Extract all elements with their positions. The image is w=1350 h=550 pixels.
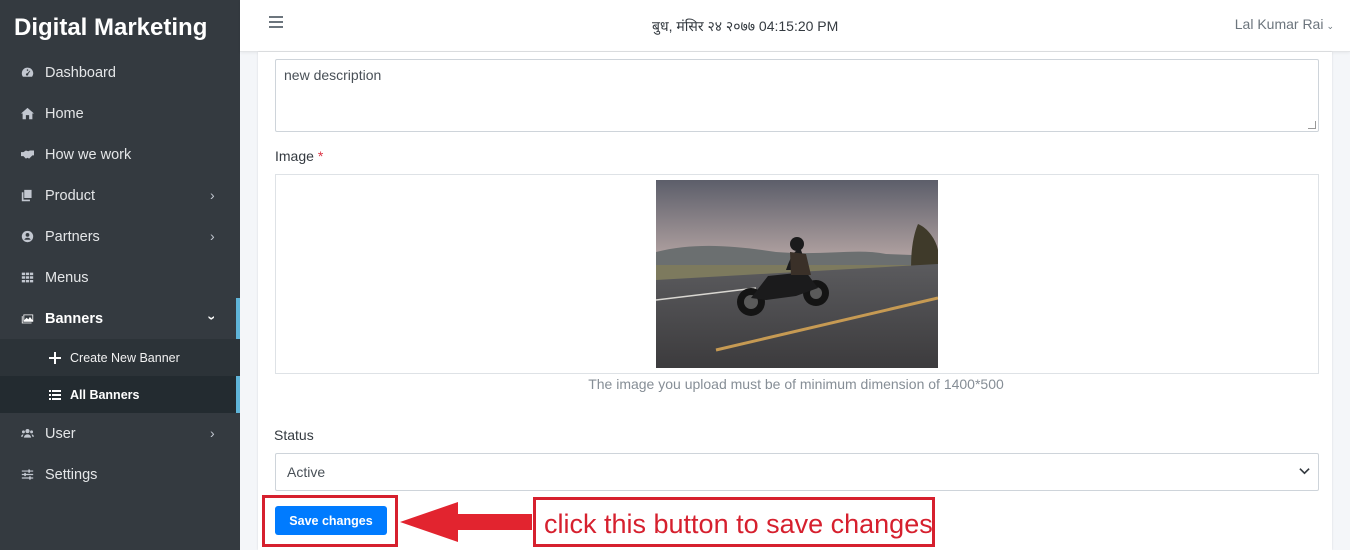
sidebar-item-dashboard[interactable]: Dashboard — [0, 52, 240, 93]
sidebar-item-label: Partners — [45, 228, 100, 245]
sidebar-subitem-all-banners[interactable]: All Banners — [0, 376, 240, 413]
image-dimension-hint: The image you upload must be of minimum … — [588, 376, 1004, 392]
handshake-icon — [19, 147, 35, 163]
sidebar-item-label: Dashboard — [45, 64, 116, 81]
sidebar-item-label: Home — [45, 105, 84, 122]
chevron-down-icon: › — [204, 315, 221, 321]
list-icon — [49, 389, 63, 401]
user-name: Lal Kumar Rai — [1234, 16, 1324, 32]
image-upload-area[interactable] — [275, 174, 1319, 374]
annotation-highlight-box — [262, 495, 398, 547]
caret-down-icon: ⌄ — [1326, 21, 1334, 31]
sidebar-item-how-we-work[interactable]: How we work — [0, 134, 240, 175]
chevron-right-icon: › — [210, 425, 215, 441]
banner-image-preview — [656, 180, 938, 368]
resize-handle-icon[interactable] — [1308, 121, 1316, 129]
sidebar-item-label: User — [45, 425, 76, 442]
sidebar-subitem-create-new-banner[interactable]: Create New Banner — [0, 339, 240, 376]
sidebar-subitem-label: All Banners — [70, 387, 140, 402]
description-value: new description — [284, 67, 382, 83]
header-datetime: बुध, मंसिर २४ २०७७ 04:15:20 PM — [652, 18, 839, 34]
sliders-icon — [19, 467, 35, 483]
image-label-text: Image — [275, 148, 314, 164]
sidebar-item-label: Menus — [45, 269, 89, 286]
sidebar-item-menus[interactable]: Menus — [0, 257, 240, 298]
plus-icon — [49, 351, 63, 364]
banners-submenu: Create New Banner All Banners — [0, 339, 240, 413]
user-circle-icon — [19, 229, 35, 245]
sidebar-subitem-label: Create New Banner — [70, 350, 180, 365]
annotation-arrow-icon — [400, 502, 532, 542]
sidebar-item-label: Settings — [45, 466, 98, 483]
sidebar-item-banners[interactable]: Banners › — [0, 298, 240, 339]
sidebar-item-label: How we work — [45, 146, 132, 163]
sidebar-item-label: Product — [45, 187, 95, 204]
sidebar-item-label: Banners — [45, 310, 104, 327]
description-textarea[interactable]: new description — [275, 59, 1319, 132]
user-menu[interactable]: Lal Kumar Rai ⌄ — [1235, 16, 1334, 32]
sidebar-item-settings[interactable]: Settings — [0, 454, 240, 495]
sidebar-item-product[interactable]: Product › — [0, 175, 240, 216]
image-field-label: Image * — [275, 148, 323, 164]
top-navbar: बुध, मंसिर २४ २०७७ 04:15:20 PM Lal Kumar… — [240, 0, 1350, 52]
sidebar-item-partners[interactable]: Partners › — [0, 216, 240, 257]
chevron-down-icon — [1299, 468, 1310, 475]
sidebar-item-user[interactable]: User › — [0, 413, 240, 454]
chevron-right-icon: › — [210, 187, 215, 203]
annotation-callout: click this button to save changes — [533, 497, 935, 547]
required-asterisk: * — [317, 148, 324, 164]
grid-icon — [19, 270, 35, 286]
status-select[interactable]: Active — [275, 453, 1319, 491]
brand-title[interactable]: Digital Marketing — [0, 0, 240, 52]
copy-icon — [19, 188, 35, 204]
users-icon — [19, 426, 35, 442]
sidebar: Digital Marketing Dashboard Home How we … — [0, 0, 240, 550]
banner-edit-form: new description Image * The image you up… — [258, 52, 1332, 550]
home-icon — [19, 106, 35, 122]
status-selected-value: Active — [287, 464, 326, 480]
images-icon — [19, 311, 35, 327]
sidebar-item-home[interactable]: Home — [0, 93, 240, 134]
status-label: Status — [274, 427, 314, 443]
hamburger-menu-icon[interactable] — [269, 16, 283, 28]
chevron-right-icon: › — [210, 228, 215, 244]
tachometer-icon — [19, 65, 35, 81]
